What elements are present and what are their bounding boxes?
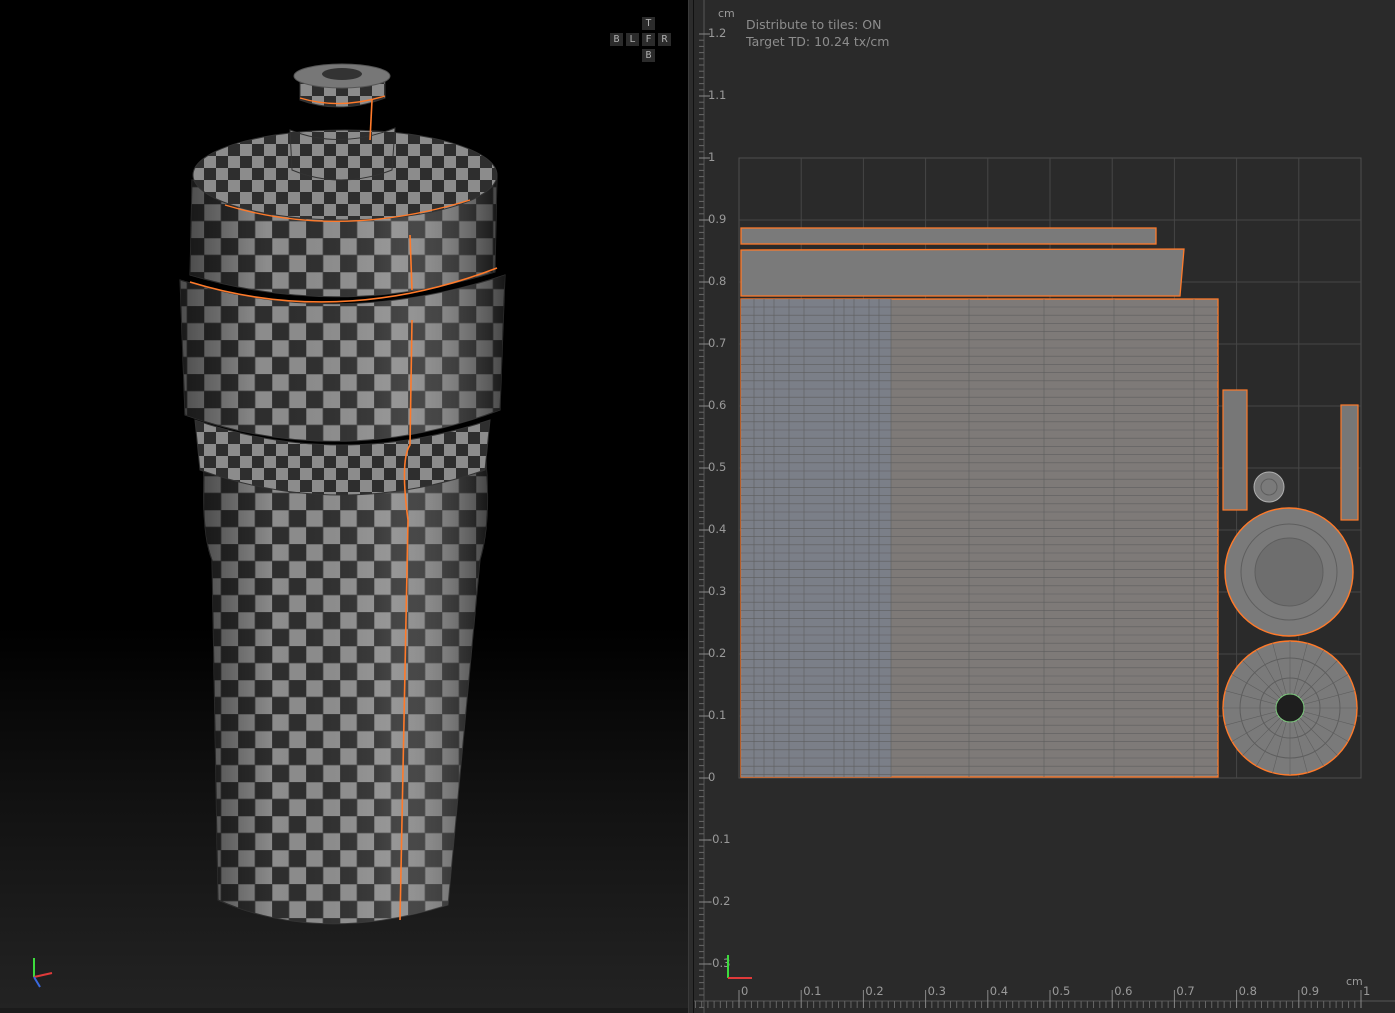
- u-ruler: 0 0.1 0.2 0.3 0.4 0.5 0.6 0.7 0.8 0.9 1: [694, 984, 1395, 1008]
- uv-disc-hole: [1275, 693, 1305, 723]
- v-tick-label: 0.2: [708, 646, 726, 660]
- u-unit-label: cm: [1346, 975, 1363, 988]
- v-tick-label: 0.5: [708, 460, 726, 474]
- uv-axis-gizmo-icon: [727, 955, 752, 979]
- v-tick-label: 1.1: [708, 88, 726, 102]
- v-tick-label: 0.8: [708, 274, 726, 288]
- uv-shell-right-strip[interactable]: [1340, 404, 1359, 521]
- v-ruler: 1.2 1.1 1 0.9 0.8 0.7 0.6 0.5 0.4 0.3 0.2 0.1 0 -0.1 -…: [699, 0, 730, 1013]
- uv-shells: [740, 227, 1359, 778]
- v-tick-label: 0.7: [708, 336, 726, 350]
- u-tick-label: 0: [741, 984, 748, 998]
- 3d-viewport[interactable]: T B L F R B: [0, 0, 688, 1008]
- uv-shell-tiny-disc[interactable]: [1253, 471, 1285, 503]
- v-tick-label: 0.1: [708, 708, 726, 722]
- nav-left[interactable]: L: [626, 33, 639, 46]
- v-tick-label: -0.1: [708, 832, 730, 846]
- u-tick-label: 0.7: [1176, 984, 1194, 998]
- u-tick-label: 0.9: [1301, 984, 1319, 998]
- v-tick-label: 0.4: [708, 522, 726, 536]
- u-tick-label: 0.3: [928, 984, 946, 998]
- u-tick-label: 0.8: [1239, 984, 1257, 998]
- v-tick-label: 0.3: [708, 584, 726, 598]
- u-tick-label: 0.4: [990, 984, 1008, 998]
- u-tick-label: 0.2: [865, 984, 883, 998]
- xyz-gizmo-icon: [33, 958, 53, 988]
- uv-canvas[interactable]: 1.2 1.1 1 0.9 0.8 0.7 0.6 0.5 0.4 0.3 0.2 0.1 0 -0.1 -…: [694, 0, 1395, 1013]
- u-tick-label: 0.1: [803, 984, 821, 998]
- nav-cube[interactable]: T B L F R B: [610, 17, 674, 65]
- nav-right[interactable]: R: [658, 33, 671, 46]
- uv-editor[interactable]: Distribute to tiles: ON Target TD: 10.24…: [694, 0, 1395, 1013]
- uv-shell-strip-band[interactable]: [740, 248, 1185, 297]
- v-tick-label: 1: [708, 150, 715, 164]
- v-tick-label: 0: [708, 770, 715, 784]
- nav-bottom[interactable]: B: [642, 49, 655, 62]
- v-tick-label: -0.2: [708, 894, 730, 908]
- uv-shell-strip-top[interactable]: [740, 227, 1157, 245]
- v-tick-label: 0.6: [708, 398, 726, 412]
- v-unit-label: cm: [718, 7, 735, 20]
- nav-front[interactable]: F: [642, 33, 655, 46]
- v-tick-label: 0.9: [708, 212, 726, 226]
- uv-shell-body-dense: [741, 299, 891, 777]
- bottle-model: [179, 63, 506, 925]
- v-tick-label: 1.2: [708, 26, 726, 40]
- u-tick-label: 0.5: [1052, 984, 1070, 998]
- nav-top[interactable]: T: [642, 17, 655, 30]
- u-tick-label: 0.6: [1114, 984, 1132, 998]
- u-tick-label: 1: [1363, 984, 1370, 998]
- uv-shell-small-strip[interactable]: [1222, 389, 1248, 511]
- nav-back[interactable]: B: [610, 33, 623, 46]
